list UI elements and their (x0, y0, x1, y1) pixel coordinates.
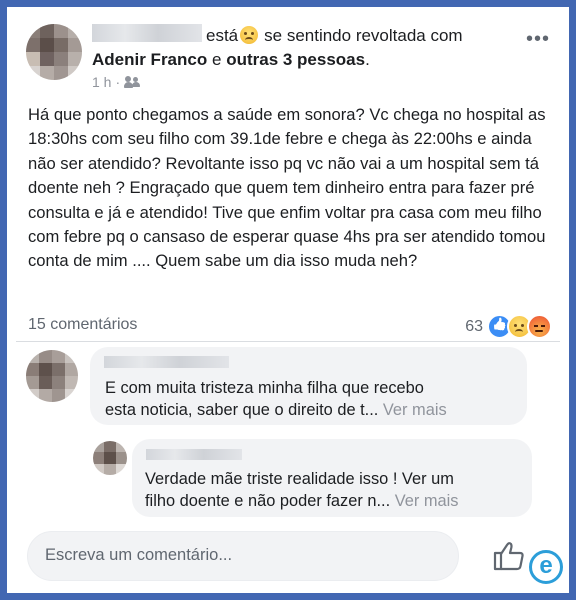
header-feeling: se sentindo revoltada com (264, 26, 463, 45)
reply-bubble: Verdade mãe triste realidade isso ! Ver … (132, 439, 532, 517)
post-header-line1: está se sentindo revoltada com (206, 26, 463, 46)
post-timestamp[interactable]: 1 h (92, 74, 111, 90)
brand-logo-icon: e (529, 550, 563, 584)
comment-bubble: E com muita tristeza minha filha que rec… (90, 347, 527, 425)
friends-icon[interactable] (124, 76, 141, 88)
reply-text: Verdade mãe triste realidade isso ! Ver … (145, 468, 458, 512)
author-name-redacted[interactable] (92, 24, 202, 42)
reply-text-line: Verdade mãe triste realidade isso ! Ver … (145, 470, 454, 488)
reactions-summary[interactable]: 63 (465, 314, 552, 339)
reply-author-redacted[interactable] (146, 449, 242, 460)
meta-separator: · (115, 74, 121, 90)
reply-text-line: filho doente e não poder fazer n... (145, 492, 391, 510)
commenter-name-redacted[interactable] (104, 356, 229, 368)
post-header-line2: Adenir Franco e outras 3 pessoas. (92, 50, 370, 70)
post-meta: 1 h · (92, 74, 141, 90)
author-avatar[interactable] (26, 24, 82, 80)
comment-text: E com muita tristeza minha filha que rec… (105, 377, 447, 421)
comment-text-line: E com muita tristeza minha filha que rec… (105, 379, 424, 397)
header-connector: e (211, 50, 222, 69)
thumbs-up-icon[interactable] (492, 540, 526, 572)
see-more-link[interactable]: Ver mais (383, 401, 447, 419)
reply-avatar[interactable] (93, 441, 127, 475)
tagged-person-link[interactable]: Adenir Franco (92, 50, 207, 69)
header-tail: . (365, 50, 370, 69)
header-verb: está (206, 26, 239, 45)
see-more-link[interactable]: Ver mais (395, 492, 459, 510)
commenter-avatar[interactable] (26, 350, 78, 402)
comments-count-link[interactable]: 15 comentários (28, 316, 137, 334)
more-options-icon[interactable]: ••• (526, 29, 550, 49)
comment-input-placeholder: Escreva um comentário... (45, 546, 233, 564)
comment-input[interactable]: Escreva um comentário... (27, 531, 459, 581)
angry-reaction-icon (527, 314, 552, 339)
reactions-count[interactable]: 63 (465, 318, 483, 336)
tagged-others-link[interactable]: outras 3 pessoas (226, 50, 365, 69)
post-body: Há que ponto chegamos a saúde em sonora?… (28, 105, 546, 271)
sad-face-icon (240, 26, 259, 44)
divider (16, 341, 560, 342)
comment-text-line: esta noticia, saber que o direito de t..… (105, 401, 379, 419)
